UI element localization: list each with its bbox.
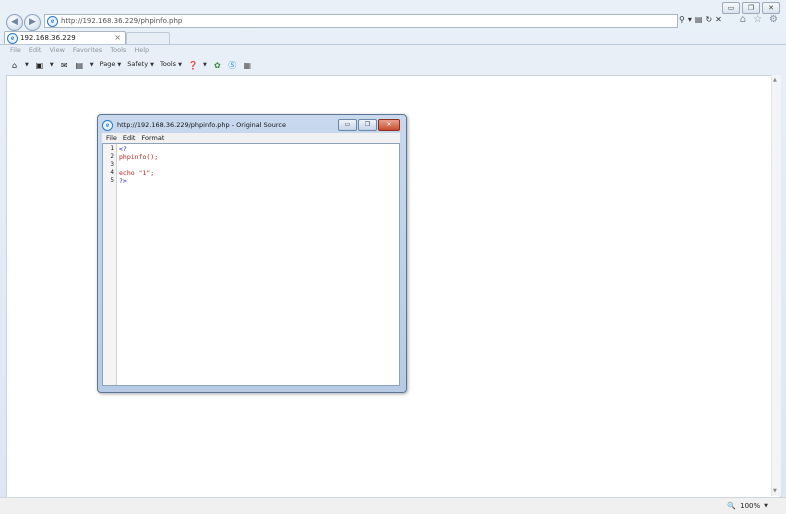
research-icon[interactable]: ✿	[213, 61, 222, 70]
menu-file[interactable]: File	[10, 46, 21, 55]
menu-view[interactable]: View	[49, 46, 64, 55]
code-line: echo "1";	[119, 169, 155, 177]
scroll-up-icon[interactable]: ▲	[773, 77, 777, 83]
address-area: e http://192.168.36.229/phpinfo.php ⚲ ▾ …	[44, 14, 786, 28]
address-bar[interactable]: e http://192.168.36.229/phpinfo.php	[44, 14, 678, 28]
gear-icon[interactable]: ⚙	[769, 14, 778, 26]
tools-menu-label: Tools	[160, 60, 177, 68]
feeds-icon[interactable]: ▣	[35, 61, 44, 70]
dropdown-arrow-icon[interactable]: ▾	[688, 14, 692, 26]
zoom-control[interactable]: 🔍 100% ▼	[727, 501, 768, 511]
home-icon[interactable]: ⌂	[740, 14, 746, 26]
url-host: http://192.168.36.229	[61, 17, 139, 25]
stop-icon[interactable]: ✕	[715, 14, 722, 26]
popup-restore-icon[interactable]: ❐	[358, 119, 377, 131]
tab-title: 192.168.36.229	[20, 34, 76, 42]
back-icon[interactable]: ◀	[6, 14, 23, 31]
line-number: 5	[110, 177, 114, 184]
scroll-down-icon[interactable]: ▼	[773, 488, 777, 494]
line-number-gutter: 1 2 3 4 5	[103, 144, 117, 385]
browser-window: ▭ ❐ ✕ ◀ ▶ e http://192.168.36.229/phpinf…	[0, 0, 786, 514]
addon-icon[interactable]: ▦	[243, 61, 252, 70]
tools-dropdown-icon: ▼	[178, 62, 182, 68]
menu-bar: File Edit View Favorites Tools Help	[10, 46, 149, 55]
refresh-icon[interactable]: ↻	[705, 14, 712, 26]
navigation-bar: ◀ ▶ e http://192.168.36.229/phpinfo.php …	[0, 13, 786, 31]
search-icon[interactable]: ⚲	[679, 14, 685, 26]
print-icon[interactable]: ▤	[75, 61, 84, 70]
feeds-dropdown-icon[interactable]: ▼	[50, 60, 54, 71]
safety-dropdown-icon: ▼	[150, 62, 154, 68]
source-viewer-ie-icon: e	[102, 119, 113, 131]
url-path: /phpinfo.php	[138, 17, 183, 25]
line-number: 4	[110, 169, 114, 176]
help-icon[interactable]: ❓	[188, 61, 198, 70]
code-line: ?>	[119, 177, 127, 185]
popup-menu-edit[interactable]: Edit	[123, 133, 136, 143]
tab-ie-icon: e	[7, 33, 18, 44]
safety-menu-button[interactable]: Safety ▼	[127, 59, 154, 71]
vertical-scrollbar[interactable]: ▲ ▼	[771, 75, 781, 496]
help-dropdown-icon[interactable]: ▼	[203, 60, 207, 71]
tools-menu-button[interactable]: Tools ▼	[160, 59, 182, 71]
line-number: 1	[110, 145, 114, 152]
tab-active[interactable]: e 192.168.36.229 ×	[4, 31, 126, 44]
zoom-level: 100%	[740, 502, 761, 510]
address-url[interactable]: http://192.168.36.229/phpinfo.php	[61, 16, 182, 26]
ie-icon: e	[47, 16, 58, 27]
compatibility-icon[interactable]: ▤	[695, 14, 703, 26]
popup-menu-format[interactable]: Format	[141, 133, 164, 143]
page-menu-label: Page	[99, 60, 116, 68]
popup-menu-file[interactable]: File	[106, 133, 117, 143]
code-line: <?	[119, 145, 127, 153]
menu-favorites[interactable]: Favorites	[73, 46, 102, 55]
forward-icon[interactable]: ▶	[24, 14, 41, 31]
new-tab-button[interactable]	[126, 32, 170, 44]
page-menu-button[interactable]: Page ▼	[100, 59, 122, 71]
command-bar: ⌂ ▼ ▣ ▼ ✉ ▤ ▼ Page ▼ Safety ▼ Tools ▼ ❓ ▼ ✿ …	[10, 59, 252, 71]
popup-close-icon[interactable]: ✕	[378, 119, 400, 131]
source-viewer-menu: File Edit Format	[102, 133, 400, 143]
address-tools: ⚲ ▾ ▤ ↻ ✕	[679, 14, 722, 26]
print-dropdown-icon[interactable]: ▼	[90, 60, 94, 71]
zoom-icon: 🔍	[727, 502, 737, 510]
source-viewer-caption-buttons: ▭ ❐ ✕	[338, 119, 400, 131]
source-viewer-titlebar[interactable]: e http://192.168.36.229/phpinfo.php - Or…	[102, 119, 286, 131]
page-dropdown-icon: ▼	[117, 62, 122, 68]
home-page-icon[interactable]: ⌂	[10, 61, 19, 70]
menu-help[interactable]: Help	[134, 46, 149, 55]
source-viewer-window: e http://192.168.36.229/phpinfo.php - Or…	[97, 114, 407, 393]
line-number: 2	[110, 153, 114, 160]
zoom-dropdown-icon[interactable]: ▼	[764, 501, 768, 511]
menu-tools[interactable]: Tools	[110, 46, 126, 55]
safety-menu-label: Safety	[127, 60, 149, 68]
source-viewer-title: http://192.168.36.229/phpinfo.php - Orig…	[117, 121, 286, 129]
tab-close-icon[interactable]: ×	[114, 32, 121, 43]
source-code-editor[interactable]: 1 2 3 4 5 <? phpinfo(); echo "1"; ?>	[102, 143, 400, 386]
tab-strip: e 192.168.36.229 ×	[0, 31, 786, 45]
line-number: 3	[110, 161, 114, 168]
popup-minimize-icon[interactable]: ▭	[338, 119, 357, 131]
favorites-star-icon[interactable]: ☆	[753, 14, 762, 26]
browser-right-icons: ⌂ ☆ ⚙	[740, 14, 778, 26]
menu-edit[interactable]: Edit	[29, 46, 42, 55]
mail-icon[interactable]: ✉	[60, 61, 69, 70]
home-dropdown-icon[interactable]: ▼	[25, 60, 29, 71]
skype-icon[interactable]: Ⓢ	[228, 61, 237, 70]
code-line: phpinfo();	[119, 153, 159, 161]
status-bar: 🔍 100% ▼	[0, 497, 786, 514]
